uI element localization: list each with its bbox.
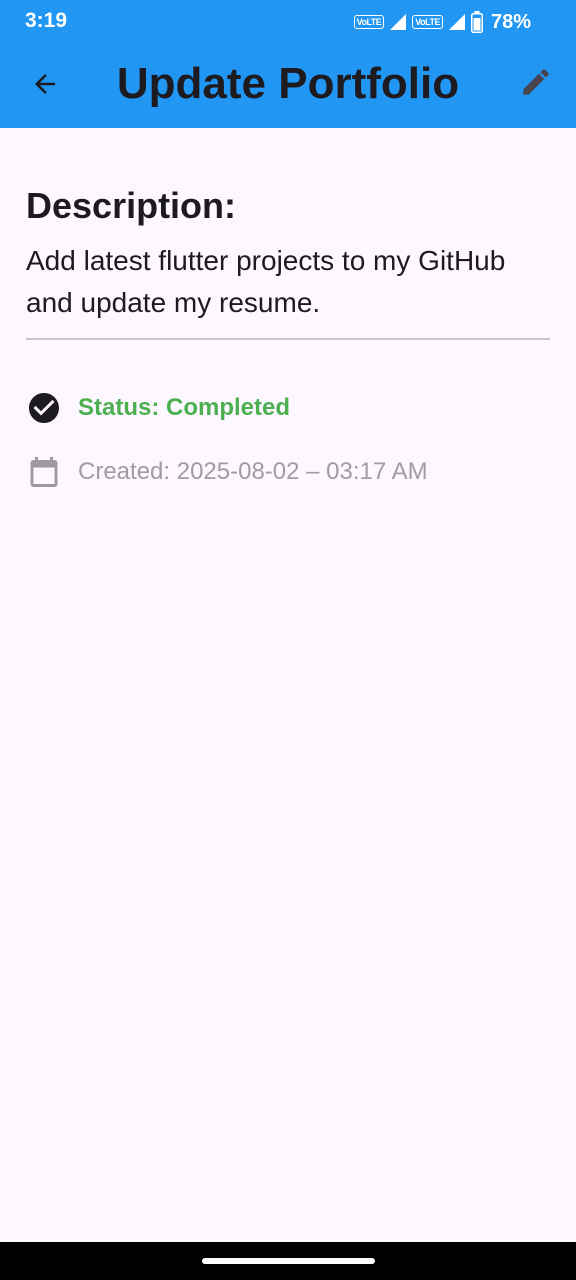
status-time: 3:19: [25, 9, 68, 32]
status-text: Status: Completed: [78, 394, 291, 421]
status-bar: 3:19 VoLTE VoLTE 78%: [0, 0, 576, 44]
check-circle-icon: [26, 390, 62, 426]
calendar-icon: [26, 454, 62, 490]
created-row: Created: 2025-08-02 – 03:17 AM: [26, 454, 550, 490]
description-text: Add latest flutter projects to my GitHub…: [26, 245, 506, 318]
signal-icon: [388, 12, 408, 32]
home-gesture-handle[interactable]: [202, 1258, 375, 1264]
divider: [26, 338, 550, 340]
created-text: Created: 2025-08-02 – 03:17 AM: [78, 458, 428, 485]
edit-button[interactable]: [512, 60, 560, 108]
battery-percent: 78%: [490, 10, 531, 33]
status-row: Status: Completed: [26, 390, 550, 426]
system-nav-bar: [0, 1242, 576, 1280]
page-title: Update Portfolio: [116, 59, 460, 108]
pencil-edit-icon: [519, 65, 553, 104]
battery-icon: [470, 11, 483, 33]
app-bar: Update Portfolio: [0, 44, 576, 128]
task-details: Description: Add latest flutter projects…: [26, 128, 550, 490]
signal-icon: [447, 12, 467, 32]
volte-badge-2: VoLTE: [412, 15, 443, 29]
description-heading: Description:: [26, 185, 237, 226]
status-icons: VoLTE VoLTE 78%: [353, 9, 531, 35]
volte-badge-1: VoLTE: [353, 15, 385, 29]
